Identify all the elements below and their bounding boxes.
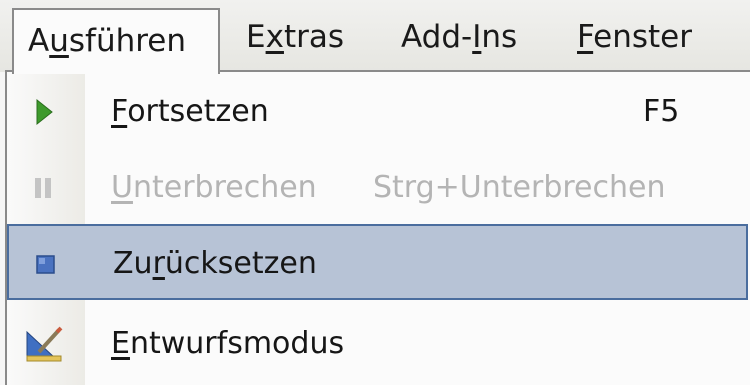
menu-fenster[interactable]: Fenster xyxy=(563,6,706,68)
ausfuehren-dropdown-menu: Fortsetzen F5 Unterbrechen Strg+Unterbre… xyxy=(5,70,750,385)
menu-add-ins-post: ns xyxy=(481,19,518,55)
menu-item-fortsetzen[interactable]: Fortsetzen F5 xyxy=(7,74,748,150)
menu-add-ins-pre: Add- xyxy=(401,19,473,55)
menu-ausfuehren[interactable]: Ausführen xyxy=(12,8,220,74)
menu-item-label: Unterbrechen xyxy=(111,150,317,226)
menu-add-ins-accel: I xyxy=(472,19,482,55)
label-post: nterbrechen xyxy=(132,170,317,205)
menu-ausfuehren-accel: u xyxy=(49,23,69,59)
label-post: ntwurfsmodus xyxy=(129,326,345,361)
menu-extras-pre: E xyxy=(246,19,266,55)
label-accel: r xyxy=(152,246,165,281)
menu-ausfuehren-pre: A xyxy=(28,23,50,59)
menu-item-label: Fortsetzen xyxy=(111,74,269,150)
stop-icon xyxy=(27,246,63,282)
label-accel: U xyxy=(111,170,133,205)
menu-item-entwurfsmodus[interactable]: Entwurfsmodus xyxy=(7,306,748,382)
label-accel: F xyxy=(111,94,128,129)
menu-fenster-post: enster xyxy=(593,19,692,55)
menu-extras-accel: x xyxy=(265,19,284,55)
shortcut-text: Strg+Unterbrechen xyxy=(373,170,666,205)
label-post: ortsetzen xyxy=(127,94,269,129)
menu-extras-post: tras xyxy=(283,19,345,55)
menu-item-zuruecksetzen[interactable]: Zurücksetzen xyxy=(7,224,748,300)
menu-item-label: Entwurfsmodus xyxy=(111,306,344,382)
menu-ausfuehren-post: sführen xyxy=(68,23,187,59)
menu-extras[interactable]: Extras xyxy=(232,6,358,68)
menu-bar: Ausführen Extras Add-Ins Fenster xyxy=(0,0,750,74)
play-icon xyxy=(25,94,61,130)
shortcut-text: F5 xyxy=(643,94,680,129)
pause-icon xyxy=(25,170,61,206)
menu-fenster-accel: F xyxy=(577,19,594,55)
label-pre: Zu xyxy=(113,246,153,281)
label-accel: E xyxy=(111,326,130,361)
menu-item-unterbrechen[interactable]: Unterbrechen Strg+Unterbrechen xyxy=(7,150,748,226)
menu-item-label: Zurücksetzen xyxy=(113,226,317,302)
menu-add-ins[interactable]: Add-Ins xyxy=(387,6,531,68)
label-post: ücksetzen xyxy=(164,246,317,281)
vba-editor-window: Ausführen Extras Add-Ins Fenster Fortset… xyxy=(0,0,750,385)
design-mode-icon xyxy=(25,326,63,362)
